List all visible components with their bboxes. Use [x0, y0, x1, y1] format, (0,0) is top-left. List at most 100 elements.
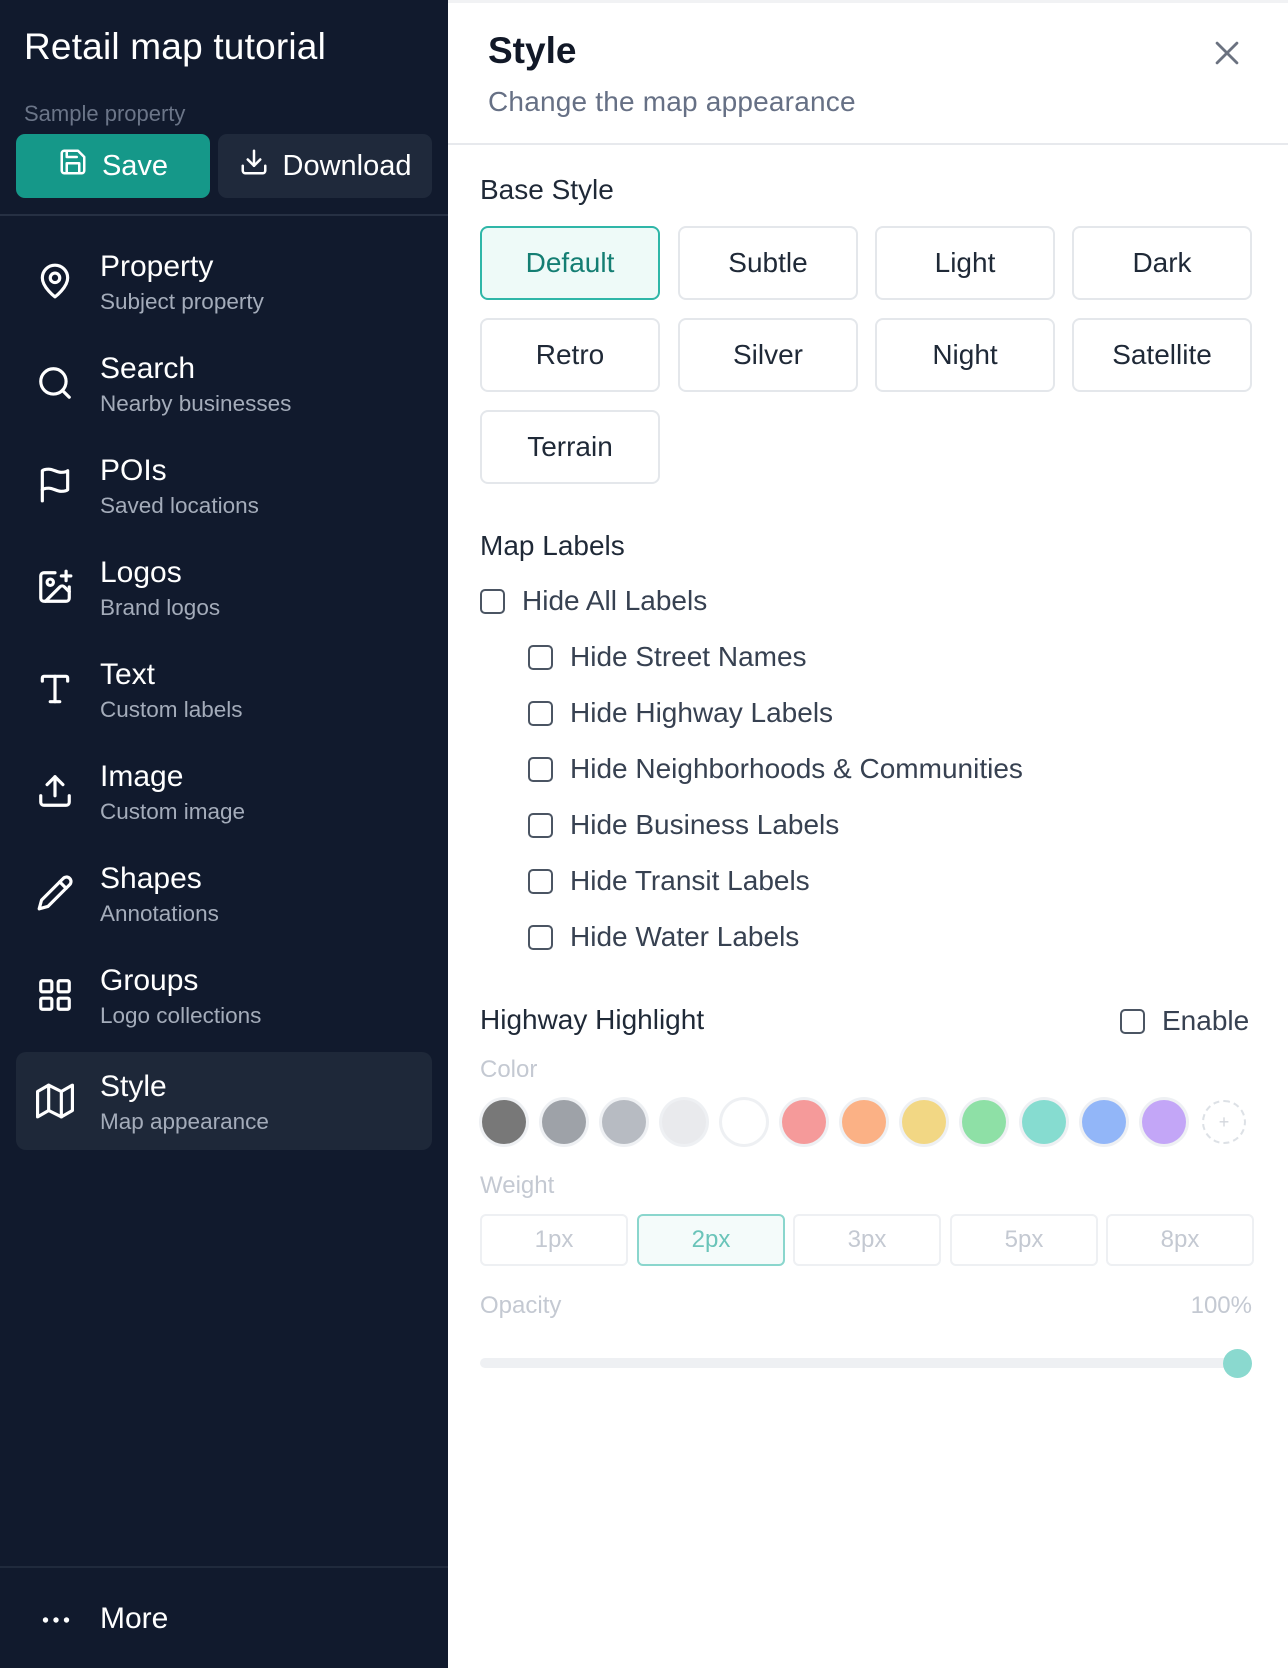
hide-neighborhoods-checkbox[interactable]: Hide Neighborhoods & Communities	[528, 753, 1023, 785]
sidebar-item-label: Property	[100, 250, 214, 283]
opacity-label: Opacity	[480, 1292, 562, 1319]
sidebar-item-style[interactable]: Style Map appearance	[16, 1052, 432, 1150]
app-title: Retail map tutorial	[24, 26, 326, 67]
style-option-silver[interactable]: Silver	[678, 318, 858, 392]
app-subtitle: Sample property	[24, 101, 186, 126]
hide-transit-labels-checkbox[interactable]: Hide Transit Labels	[528, 865, 810, 897]
style-option-satellite[interactable]: Satellite	[1072, 318, 1252, 392]
color-swatch[interactable]	[1082, 1100, 1126, 1144]
sidebar-item-label: Text	[100, 658, 156, 691]
color-swatch[interactable]	[842, 1100, 886, 1144]
checkbox-label: Hide Street Names	[570, 641, 807, 672]
sidebar-divider	[0, 214, 448, 216]
more-label: More	[100, 1602, 169, 1635]
hide-business-labels-checkbox[interactable]: Hide Business Labels	[528, 809, 839, 841]
color-swatch[interactable]	[782, 1100, 826, 1144]
checkbox-box[interactable]	[528, 812, 553, 838]
map-labels-title: Map Labels	[480, 530, 625, 561]
style-option-default[interactable]: Default	[480, 226, 660, 300]
sidebar-item-logos[interactable]: Logos Brand logos	[16, 538, 432, 636]
weight-option-1px[interactable]: 1px	[480, 1214, 628, 1266]
sidebar-item-pois[interactable]: POIs Saved locations	[16, 436, 432, 534]
panel-subtitle: Change the map appearance	[488, 86, 856, 117]
close-button[interactable]	[1210, 36, 1244, 70]
opacity-value: 100%	[1190, 1292, 1252, 1319]
search-icon	[36, 364, 74, 402]
checkbox-label: Hide Highway Labels	[570, 697, 834, 728]
checkbox-box[interactable]	[528, 924, 553, 950]
sidebar-item-search[interactable]: Search Nearby businesses	[16, 334, 432, 432]
weight-option-2px[interactable]: 2px	[637, 1214, 785, 1266]
style-option-night[interactable]: Night	[875, 318, 1055, 392]
sidebar-item-label: POIs	[100, 454, 167, 487]
sidebar-item-desc: Map appearance	[100, 1109, 269, 1134]
save-button[interactable]: Save	[16, 134, 210, 198]
download-button[interactable]: Download	[218, 134, 432, 198]
close-icon	[1210, 41, 1244, 74]
hide-all-labels-checkbox[interactable]: Hide All Labels	[480, 585, 707, 617]
sidebar-item-desc: Custom labels	[100, 697, 243, 722]
add-color-button[interactable]: +	[1202, 1100, 1246, 1144]
sidebar-item-label: Search	[100, 352, 196, 385]
flag-icon	[36, 466, 74, 504]
grid-icon	[36, 976, 74, 1014]
sidebar-item-label: Logos	[100, 556, 182, 589]
sidebar-item-desc: Subject property	[100, 289, 264, 314]
checkbox-box[interactable]	[528, 756, 553, 782]
style-option-subtle[interactable]: Subtle	[678, 226, 858, 300]
download-button-label: Download	[282, 149, 412, 182]
enable-highway-checkbox[interactable]: Enable	[1120, 1005, 1249, 1037]
opacity-slider-track[interactable]	[480, 1358, 1252, 1368]
hide-highway-labels-checkbox[interactable]: Hide Highway Labels	[528, 697, 833, 729]
sidebar-item-label: Style	[100, 1070, 167, 1103]
checkbox-label: Hide Transit Labels	[570, 865, 810, 896]
weight-option-3px[interactable]: 3px	[793, 1214, 941, 1266]
checkbox-label: Hide Neighborhoods & Communities	[570, 753, 1023, 784]
sidebar: Retail map tutorial Sample property Save…	[0, 0, 448, 1668]
style-option-dark[interactable]: Dark	[1072, 226, 1252, 300]
sidebar-item-property[interactable]: Property Subject property	[16, 232, 432, 330]
color-swatch[interactable]	[482, 1100, 526, 1144]
color-swatch[interactable]	[602, 1100, 646, 1144]
image-plus-icon	[36, 568, 74, 606]
color-swatch[interactable]	[1022, 1100, 1066, 1144]
color-swatch[interactable]	[1142, 1100, 1186, 1144]
checkbox-label: Hide Water Labels	[570, 921, 800, 952]
more-divider	[0, 1566, 448, 1568]
hide-street-names-checkbox[interactable]: Hide Street Names	[528, 641, 807, 673]
plus-icon: +	[1218, 1111, 1230, 1132]
color-swatch[interactable]	[662, 1100, 706, 1144]
color-swatch[interactable]	[962, 1100, 1006, 1144]
hide-water-labels-checkbox[interactable]: Hide Water Labels	[528, 921, 799, 953]
highway-highlight-title: Highway Highlight	[480, 1004, 705, 1035]
checkbox-box[interactable]	[528, 868, 553, 894]
sidebar-item-desc: Saved locations	[100, 493, 259, 518]
style-option-retro[interactable]: Retro	[480, 318, 660, 392]
panel-top-border	[448, 0, 1288, 3]
sidebar-item-text[interactable]: Text Custom labels	[16, 640, 432, 738]
sidebar-item-desc: Logo collections	[100, 1003, 262, 1028]
sidebar-item-desc: Brand logos	[100, 595, 221, 620]
color-swatch[interactable]	[902, 1100, 946, 1144]
color-swatch[interactable]	[542, 1100, 586, 1144]
style-option-light[interactable]: Light	[875, 226, 1055, 300]
checkbox-box[interactable]	[480, 588, 505, 614]
save-icon	[58, 147, 88, 185]
sidebar-item-shapes[interactable]: Shapes Annotations	[16, 844, 432, 942]
weight-option-8px[interactable]: 8px	[1106, 1214, 1254, 1266]
weight-label: Weight	[480, 1172, 555, 1199]
style-option-terrain[interactable]: Terrain	[480, 410, 660, 484]
checkbox-box[interactable]	[528, 644, 553, 670]
base-style-title: Base Style	[480, 174, 614, 205]
sidebar-item-image[interactable]: Image Custom image	[16, 742, 432, 840]
weight-option-5px[interactable]: 5px	[950, 1214, 1098, 1266]
opacity-slider-thumb[interactable]	[1223, 1349, 1252, 1378]
more-button[interactable]: More	[16, 1580, 432, 1660]
map-pin-icon	[36, 262, 74, 300]
sidebar-item-groups[interactable]: Groups Logo collections	[16, 946, 432, 1044]
checkbox-box[interactable]	[1120, 1008, 1145, 1034]
color-swatch[interactable]	[722, 1100, 766, 1144]
checkbox-box[interactable]	[528, 700, 553, 726]
upload-icon	[36, 772, 74, 810]
checkbox-label: Hide Business Labels	[570, 809, 840, 840]
